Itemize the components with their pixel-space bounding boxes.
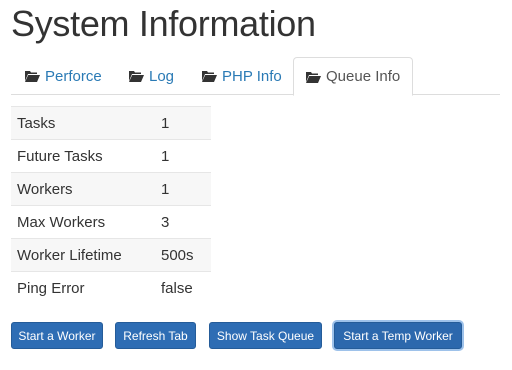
table-row: Worker Lifetime 500s xyxy=(11,238,211,272)
page-title: System Information xyxy=(11,3,316,44)
table-row: Max Workers 3 xyxy=(11,205,211,239)
tab-bar: Perforce Log PHP Info Queue Info xyxy=(11,57,500,96)
folder-open-icon xyxy=(202,71,217,82)
row-value: 1 xyxy=(155,172,211,206)
table-row: Ping Error false xyxy=(11,271,211,305)
tab-perforce[interactable]: Perforce xyxy=(13,57,114,95)
row-label: Max Workers xyxy=(11,205,155,239)
refresh-tab-button[interactable]: Refresh Tab xyxy=(115,322,196,349)
folder-open-icon xyxy=(25,71,40,82)
row-value: 1 xyxy=(155,106,211,140)
queue-info-table: Tasks 1 Future Tasks 1 Workers 1 Max Wor… xyxy=(11,106,211,305)
table-row: Workers 1 xyxy=(11,172,211,206)
row-label: Future Tasks xyxy=(11,139,155,173)
tab-log[interactable]: Log xyxy=(117,57,186,95)
folder-open-icon xyxy=(129,71,144,82)
start-temp-worker-button[interactable]: Start a Temp Worker xyxy=(334,322,462,349)
row-label: Workers xyxy=(11,172,155,206)
row-label: Ping Error xyxy=(11,271,155,305)
row-label: Worker Lifetime xyxy=(11,238,155,272)
folder-open-icon xyxy=(306,71,321,83)
row-value: false xyxy=(155,271,211,305)
table-row: Tasks 1 xyxy=(11,106,211,140)
row-value: 500s xyxy=(155,238,211,272)
start-worker-button[interactable]: Start a Worker xyxy=(11,322,103,349)
tab-label: Queue Info xyxy=(326,68,401,85)
tab-label: Log xyxy=(149,67,175,85)
tab-label: PHP Info xyxy=(222,67,282,85)
row-value: 1 xyxy=(155,139,211,173)
tab-queue-info[interactable]: Queue Info xyxy=(293,57,414,96)
tab-php-info[interactable]: PHP Info xyxy=(190,57,294,95)
table-row: Future Tasks 1 xyxy=(11,139,211,173)
row-value: 3 xyxy=(155,205,211,239)
row-label: Tasks xyxy=(11,106,155,140)
show-task-queue-button[interactable]: Show Task Queue xyxy=(209,322,322,349)
tab-label: Perforce xyxy=(45,67,102,85)
